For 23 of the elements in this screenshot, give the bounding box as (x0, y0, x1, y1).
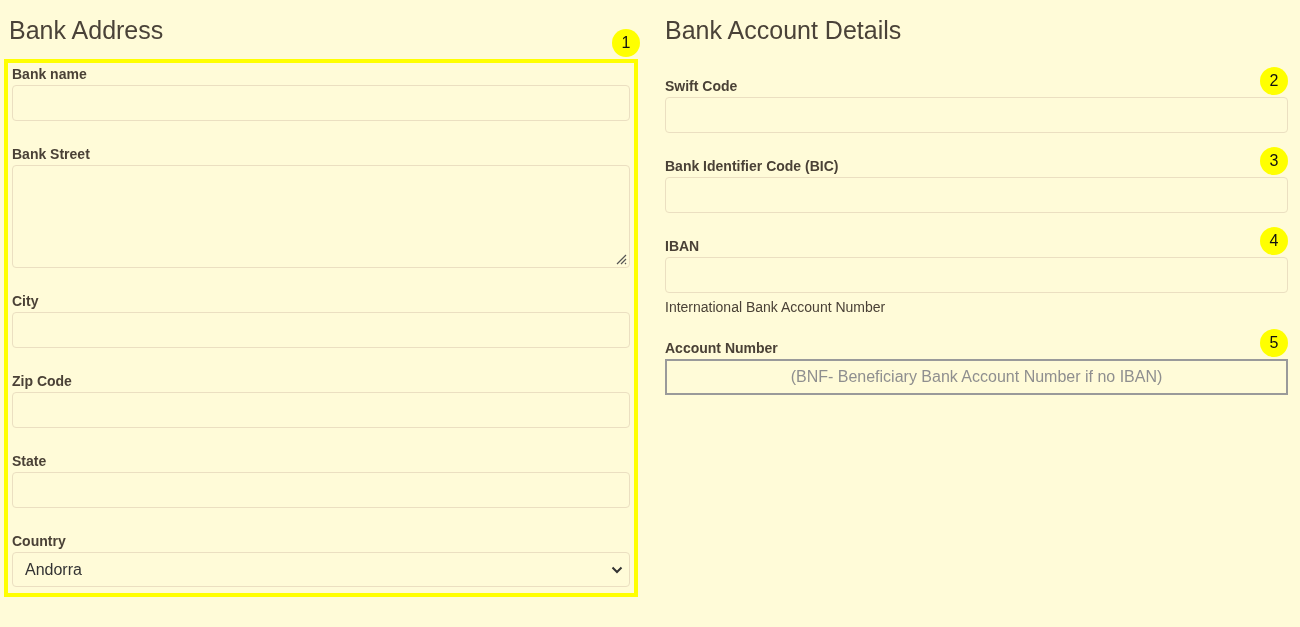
annotation-badge: 5 (1260, 329, 1288, 357)
section-heading: Bank Address (9, 15, 164, 45)
chevron-down-icon (611, 566, 623, 574)
annotation-badge: 1 (612, 29, 640, 57)
resize-handle-icon (615, 253, 627, 265)
field-label: Country (12, 533, 66, 549)
field-label: Swift Code (665, 78, 738, 94)
field-label: City (12, 293, 39, 309)
annotation-badge: 3 (1260, 147, 1288, 175)
field-label: Bank name (12, 66, 87, 82)
field-label: IBAN (665, 238, 700, 254)
country-select[interactable]: Andorra (12, 552, 630, 587)
field-label: Bank Street (12, 146, 90, 162)
field-label: Bank Identifier Code (BIC) (665, 158, 839, 174)
input-field[interactable]: (BNF- Beneficiary Bank Account Number if no IBAN) (665, 359, 1288, 395)
field-label: Zip Code (12, 373, 72, 389)
annotation-badge: 4 (1260, 227, 1288, 255)
help-text: International Bank Account Number (665, 299, 887, 315)
field-label: Account Number (665, 340, 778, 356)
text-area[interactable] (12, 165, 630, 268)
section-heading: Bank Account Details (665, 15, 902, 45)
annotation-badge: 2 (1260, 67, 1288, 95)
field-label: State (12, 453, 47, 469)
